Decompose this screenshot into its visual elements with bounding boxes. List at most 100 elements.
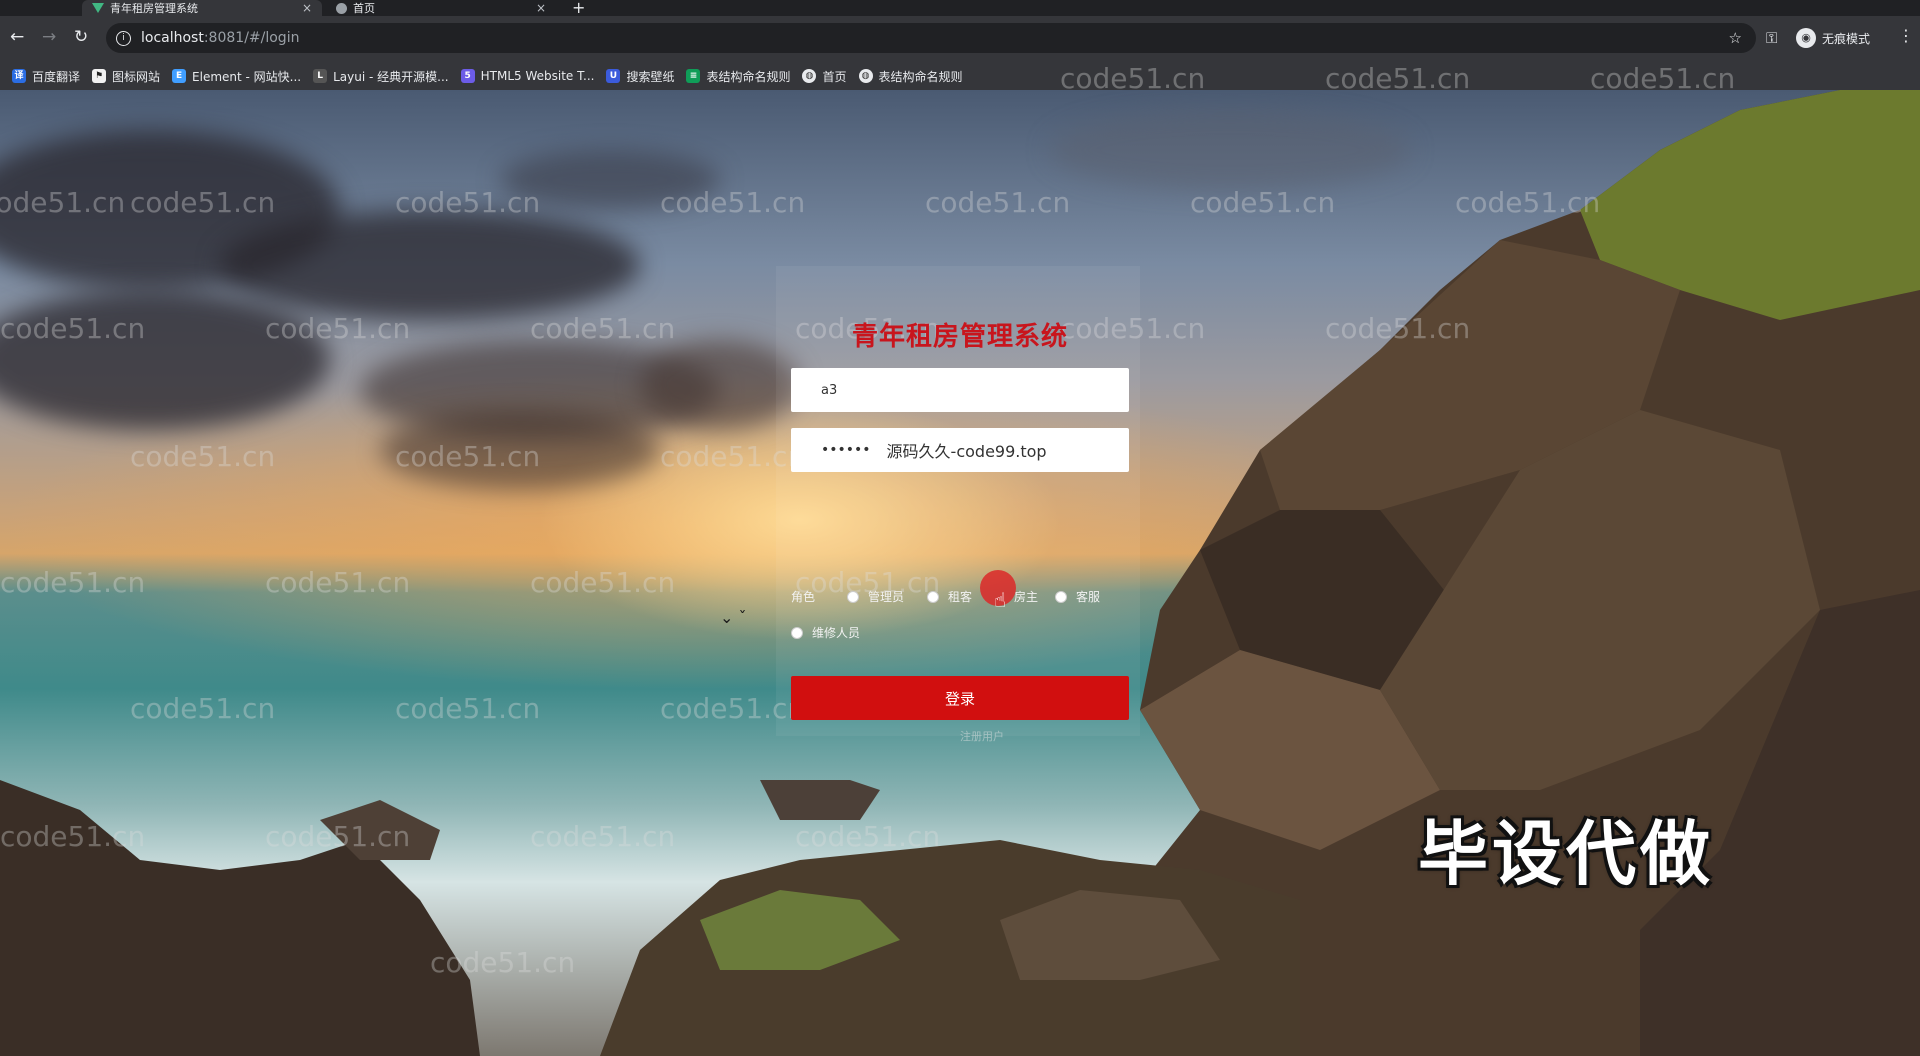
password-overlay-text: 源码久久-code99.top — [886, 442, 1047, 461]
watermark-text: code51.cn — [0, 566, 146, 599]
back-arrow-icon[interactable]: ← — [10, 28, 24, 46]
role-option-maintenance[interactable]: 维修人员 — [791, 624, 860, 641]
html5-icon: 5 — [460, 69, 475, 83]
watermark-text: code51.cn — [430, 946, 576, 979]
bookmark-label: 百度翻译 — [32, 69, 81, 84]
url-bar[interactable]: i localhost :8081/#/login ☆ — [106, 23, 1756, 53]
browser-tab-strip: 青年租房管理系统 × 首页 × + — [0, 0, 1920, 17]
login-button[interactable]: 登录 — [791, 676, 1129, 720]
bookmark-label: Element - 网站快... — [192, 69, 302, 84]
watermark-text: code51.cn — [660, 186, 806, 219]
role-option-label: 维修人员 — [812, 626, 861, 640]
reload-icon[interactable]: ↻ — [74, 28, 88, 46]
site-info-icon[interactable]: i — [116, 30, 131, 46]
radio-button[interactable] — [791, 626, 803, 639]
role-option-tenant[interactable]: 租客 — [927, 588, 972, 605]
bookmark-star-icon[interactable]: ☆ — [1729, 29, 1742, 47]
bookmark-label: 首页 — [822, 69, 847, 84]
layui-icon: L — [313, 69, 328, 83]
globe-icon: ◍ — [858, 69, 873, 83]
role-option-label: 租客 — [948, 590, 973, 604]
watermark-text: code51.cn — [1590, 62, 1736, 95]
birds-silhouette: ⌄ ˇ — [720, 608, 747, 627]
profile-label: 无痕模式 — [1822, 31, 1871, 46]
watermark-text: code51.cn — [0, 312, 146, 345]
wallpaper-icon: U — [606, 69, 621, 83]
forward-arrow-icon[interactable]: → — [42, 28, 56, 46]
element-icon: E — [172, 69, 187, 83]
bookmark-item[interactable]: L Layui - 经典开源模... — [313, 68, 449, 85]
bookmark-label: HTML5 Website T... — [480, 69, 595, 83]
watermark-text: code51.cn — [795, 820, 941, 853]
tab-home[interactable]: 首页 × — [326, 0, 556, 16]
watermark-text: code51.cn — [130, 440, 276, 473]
incognito-icon: ◉ — [1796, 28, 1816, 48]
hand-cursor-icon: ☝ — [994, 588, 1007, 612]
bookmark-item[interactable]: ⚑ 图标网站 — [92, 68, 160, 85]
role-option-customer-service[interactable]: 客服 — [1055, 588, 1100, 605]
tab-title: 青年租房管理系统 — [110, 2, 198, 15]
radio-button[interactable] — [1055, 590, 1067, 603]
password-input[interactable]: •••••• 源码久久-code99.top — [791, 428, 1129, 472]
watermark-text: code51.cn — [130, 692, 276, 725]
watermark-text: code51.cn — [1190, 186, 1336, 219]
watermark-text: code51.cn — [925, 186, 1071, 219]
role-label: 角色 — [791, 590, 816, 604]
close-tab-icon[interactable]: × — [302, 1, 312, 15]
role-option-label: 房主 — [1014, 590, 1039, 604]
key-icon[interactable]: ⚿ — [1766, 29, 1777, 47]
tab-title: 首页 — [353, 2, 375, 15]
username-value: a3 — [821, 382, 838, 398]
watermark-text: code51.cn — [265, 820, 411, 853]
cloud-shape — [220, 210, 640, 320]
watermark-text: code51.cn — [130, 186, 276, 219]
browser-toolbar: ← → ↻ i localhost :8081/#/login ☆ ⚿ ◉ 无痕… — [0, 16, 1920, 62]
cloud-shape — [0, 290, 330, 430]
sheet-icon: ≡ — [686, 69, 701, 83]
radio-button[interactable] — [927, 590, 939, 603]
bookmark-item[interactable]: ◍ 首页 — [802, 68, 847, 85]
baidu-translate-icon: 译 — [12, 69, 26, 83]
bookmark-item[interactable]: 5 HTML5 Website T... — [460, 69, 595, 83]
bookmark-item[interactable]: 译 百度翻译 — [12, 68, 80, 85]
watermark-text: code51.cn — [265, 566, 411, 599]
username-input[interactable]: a3 — [791, 368, 1129, 412]
role-option-label: 客服 — [1076, 590, 1101, 604]
watermark-text: code51.cn — [395, 186, 541, 219]
bookmark-item[interactable]: ◍ 表结构命名规则 — [858, 68, 963, 85]
vue-favicon-icon — [92, 3, 104, 13]
bookmark-item[interactable]: U 搜索壁纸 — [606, 68, 674, 85]
watermark-text: code51.cn — [1060, 62, 1206, 95]
role-option-label: 管理员 — [868, 590, 905, 604]
globe-icon: ◍ — [802, 69, 817, 83]
watermark-text: code51.cn — [1325, 312, 1471, 345]
role-option-admin[interactable]: 管理员 — [847, 588, 904, 605]
close-tab-icon[interactable]: × — [536, 1, 546, 15]
watermark-text: code51.cn — [530, 820, 676, 853]
url-path: :8081/#/login — [203, 30, 300, 46]
bookmark-item[interactable]: E Element - 网站快... — [172, 68, 301, 85]
new-tab-button[interactable]: + — [572, 0, 585, 17]
page-title: 青年租房管理系统 — [851, 322, 1068, 352]
overlay-caption: 毕设代做 — [1418, 813, 1714, 895]
tab-qingnian-login[interactable]: 青年租房管理系统 × — [82, 0, 322, 16]
watermark-text: code51.cn — [530, 566, 676, 599]
password-value: •••••• — [821, 442, 871, 458]
globe-favicon-icon — [336, 2, 347, 14]
more-menu-icon[interactable]: ⋮ — [1898, 26, 1914, 45]
bookmark-label: 表结构命名规则 — [878, 69, 963, 84]
register-link[interactable]: 注册用户 — [960, 728, 1004, 744]
url-host: localhost — [141, 30, 204, 46]
bookmark-label: 图标网站 — [112, 69, 161, 84]
radio-button[interactable] — [847, 590, 859, 603]
watermark-text: code51.cn — [265, 312, 411, 345]
watermark-text: code51.cn — [0, 186, 126, 219]
watermark-text: code51.cn — [0, 820, 146, 853]
watermark-text: code51.cn — [395, 440, 541, 473]
bookmark-label: Layui - 经典开源模... — [333, 69, 449, 84]
watermark-text: code51.cn — [395, 692, 541, 725]
incognito-profile-button[interactable]: ◉ 无痕模式 — [1796, 28, 1870, 48]
bookmark-item[interactable]: ≡ 表结构命名规则 — [686, 68, 790, 85]
watermark-text: code51.cn — [1455, 186, 1601, 219]
bookmark-label: 表结构命名规则 — [706, 69, 791, 84]
